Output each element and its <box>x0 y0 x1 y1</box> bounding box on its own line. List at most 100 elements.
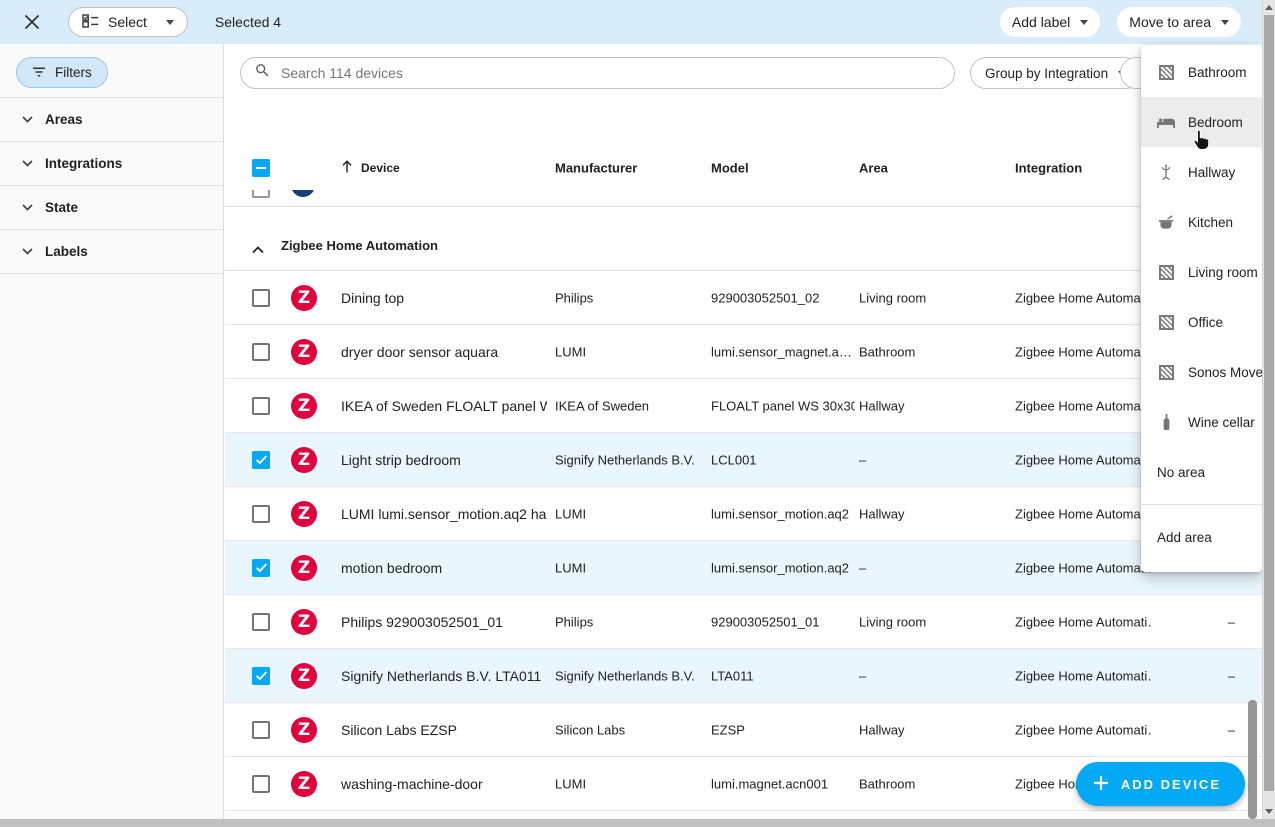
chevron-down-icon <box>17 204 37 211</box>
group-header-label: Zigbee Home Automation <box>281 238 438 253</box>
zigbee-logo-icon: Z <box>291 393 317 419</box>
model-cell: lumi.sensor_motion.aq2 <box>711 506 855 521</box>
table-row[interactable]: ZLUMI lumi.sensor_motion.aq2 hallwLUMIlu… <box>225 487 1262 541</box>
device-search[interactable] <box>240 57 955 89</box>
add-device-button[interactable]: ADD DEVICE <box>1076 762 1245 806</box>
menu-item-bedroom[interactable]: Bedroom <box>1141 97 1262 147</box>
collapse-chevron-up-icon[interactable] <box>252 241 264 259</box>
row-checkbox[interactable] <box>252 289 270 307</box>
add-label-text: Add label <box>1012 14 1070 30</box>
model-cell: lumi.magnet.acn001 <box>711 776 855 791</box>
menu-item-bathroom[interactable]: Bathroom <box>1141 47 1262 97</box>
manufacturer-cell: Signify Netherlands B.V. <box>555 452 705 467</box>
menu-item-label: Living room <box>1188 265 1258 280</box>
hatched-square-icon <box>1157 265 1175 280</box>
device-name: dryer door sensor aquara <box>341 344 547 360</box>
manufacturer-cell: Silicon Labs <box>555 722 705 737</box>
row-checkbox[interactable] <box>252 667 270 685</box>
column-header-device[interactable]: Device <box>341 160 547 176</box>
scroll-down-arrow-icon[interactable] <box>1265 809 1273 814</box>
devices-main: Group by Integration Device Manufacturer… <box>225 44 1262 819</box>
column-header-manufacturer[interactable]: Manufacturer <box>555 161 705 176</box>
column-header-integration[interactable]: Integration <box>1015 161 1153 176</box>
menu-item-add-area[interactable]: Add area <box>1141 505 1262 570</box>
zigbee-logo-icon: Z <box>291 447 317 473</box>
menu-item-hallway[interactable]: Hallway <box>1141 147 1262 197</box>
zigbee-logo-icon: Z <box>291 609 317 635</box>
add-label-button[interactable]: Add label <box>1000 7 1100 37</box>
menu-item-office[interactable]: Office <box>1141 297 1262 347</box>
search-input[interactable] <box>281 65 944 81</box>
filters-button[interactable]: Filters <box>16 57 108 88</box>
model-cell: EZSP <box>711 722 855 737</box>
sidebar-section-integrations[interactable]: Integrations <box>0 141 223 185</box>
model-cell: lumi.sensor_magnet.a… <box>711 344 855 359</box>
menu-item-sonos-move[interactable]: Sonos Move <box>1141 347 1262 397</box>
row-checkbox[interactable] <box>252 559 270 577</box>
table-row[interactable]: ZSilicon Labs EZSPSilicon LabsEZSPHallwa… <box>225 703 1262 757</box>
page-horizontal-scrollbar[interactable] <box>0 819 1275 827</box>
select-all-checkbox[interactable] <box>252 159 270 177</box>
row-checkbox[interactable] <box>252 451 270 469</box>
row-checkbox[interactable] <box>252 613 270 631</box>
sidebar-section-labels[interactable]: Labels <box>0 229 223 273</box>
devices-table: Device Manufacturer Model Area Integrati… <box>225 146 1262 811</box>
select-mode-button[interactable]: Select <box>68 7 188 37</box>
column-header-model[interactable]: Model <box>711 161 855 176</box>
row-checkbox[interactable] <box>252 343 270 361</box>
area-cell: – <box>859 452 1009 467</box>
integration-cell: Zigbee Home Automati… <box>1015 290 1153 305</box>
table-row[interactable]: ZIKEA of Sweden FLOALT panel WSIKEA of S… <box>225 379 1262 433</box>
move-to-area-button[interactable]: Move to area <box>1117 7 1241 37</box>
sort-arrow-up-icon <box>341 160 353 176</box>
table-row[interactable]: ZDining topPhilips929003052501_02Living … <box>225 271 1262 325</box>
table-row[interactable]: Z Light strip bedroom Signify Netherlands … <box>225 433 1262 487</box>
filters-label: Filters <box>55 65 92 80</box>
filter-sidebar: Filters Areas Integrations State Labels <box>0 44 224 819</box>
area-cell: Living room <box>859 614 1009 629</box>
sidebar-section-label: State <box>45 200 78 215</box>
manufacturer-cell: LUMI <box>555 506 705 521</box>
close-icon[interactable] <box>23 13 41 31</box>
model-cell: lumi.sensor_motion.aq2 <box>711 560 855 575</box>
menu-item-wine-cellar[interactable]: Wine cellar <box>1141 397 1262 447</box>
table-row[interactable]: Zdryer door sensor aquaraLUMIlumi.sensor… <box>225 325 1262 379</box>
menu-item-no-area[interactable]: No area <box>1141 447 1262 497</box>
device-name: Light strip bedroom <box>341 452 547 468</box>
sidebar-section-label: Areas <box>45 112 83 127</box>
sidebar-section-areas[interactable]: Areas <box>0 97 223 141</box>
page-scrollbar-thumb[interactable] <box>1264 15 1274 791</box>
manufacturer-cell: Signify Netherlands B.V. <box>555 668 705 683</box>
page-vertical-scrollbar[interactable] <box>1262 0 1275 819</box>
table-scrollbar-thumb[interactable] <box>1248 700 1257 819</box>
device-name: Dining top <box>341 290 547 306</box>
scroll-up-arrow-icon[interactable] <box>1265 5 1273 10</box>
battery-value: – <box>1228 668 1235 683</box>
row-checkbox[interactable] <box>252 721 270 739</box>
column-header-area[interactable]: Area <box>859 161 1009 176</box>
row-checkbox[interactable] <box>252 775 270 793</box>
chevron-down-icon <box>166 20 174 25</box>
menu-item-kitchen[interactable]: Kitchen <box>1141 197 1262 247</box>
model-cell: LCL001 <box>711 452 855 467</box>
model-cell: 929003052501_02 <box>711 290 855 305</box>
move-to-area-text: Move to area <box>1129 14 1211 30</box>
integration-cell: Zigbee Home Automati… <box>1015 668 1153 683</box>
menu-item-label: Kitchen <box>1188 215 1233 230</box>
manufacturer-cell: Philips <box>555 614 705 629</box>
model-cell: LTA011 <box>711 668 855 683</box>
table-row[interactable]: ZSignify Netherlands B.V. LTA011Signify … <box>225 649 1262 703</box>
menu-item-label: Office <box>1188 315 1223 330</box>
integration-group-header[interactable]: Zigbee Home Automation <box>225 207 1262 271</box>
row-checkbox[interactable] <box>252 505 270 523</box>
coat-rack-icon <box>1157 164 1175 181</box>
row-checkbox[interactable] <box>252 190 270 198</box>
integration-cell: Zigbee Home Automati… <box>1015 614 1153 629</box>
group-by-button[interactable]: Group by Integration <box>970 57 1141 89</box>
row-checkbox[interactable] <box>252 397 270 415</box>
zigbee-logo-icon: Z <box>291 717 317 743</box>
menu-item-living-room[interactable]: Living room <box>1141 247 1262 297</box>
table-row[interactable]: Zmotion bedroomLUMIlumi.sensor_motion.aq… <box>225 541 1262 595</box>
table-row[interactable]: ZPhilips 929003052501_01Philips929003052… <box>225 595 1262 649</box>
sidebar-section-state[interactable]: State <box>0 185 223 229</box>
